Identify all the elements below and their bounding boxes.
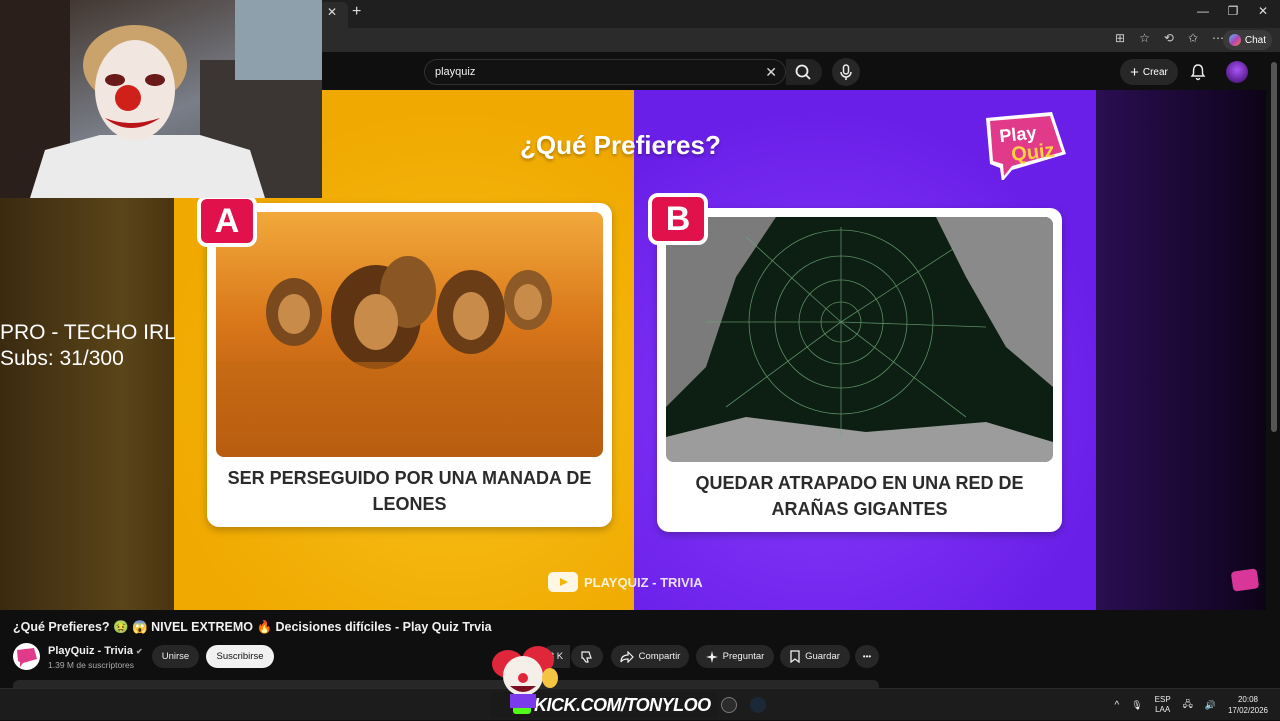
save-button[interactable]: Guardar bbox=[780, 645, 850, 668]
channel-watermark: PLAYQUIZ - TRIVIA bbox=[548, 572, 703, 592]
create-button[interactable]: + Crear bbox=[1120, 59, 1178, 85]
save-label: Guardar bbox=[805, 651, 840, 662]
channel-logo-icon bbox=[17, 648, 37, 667]
option-a-badge: A bbox=[197, 195, 257, 247]
overlay-subs: Subs: 31/300 bbox=[0, 347, 124, 370]
favorite-icon[interactable]: ☆ bbox=[1139, 31, 1150, 45]
overlay-title: PRO - TECHO IRL bbox=[0, 321, 176, 344]
taskbar-app-icon[interactable] bbox=[721, 697, 737, 713]
dislike-button[interactable] bbox=[571, 645, 603, 668]
option-b-card: QUEDAR ATRAPADO EN UNA RED DE ARAÑAS GIG… bbox=[657, 208, 1062, 532]
split-screen-icon[interactable]: ⊞ bbox=[1115, 31, 1125, 45]
verified-icon: ✔ bbox=[136, 647, 143, 656]
lions-illustration bbox=[216, 212, 603, 457]
scrollbar-thumb[interactable] bbox=[1271, 62, 1277, 432]
bookmark-icon bbox=[790, 650, 800, 663]
description-box[interactable] bbox=[13, 680, 879, 688]
sparkle-icon bbox=[705, 650, 718, 663]
search-button[interactable] bbox=[786, 59, 822, 85]
language-code: ESP bbox=[1154, 695, 1171, 704]
tray-overflow-icon[interactable]: ^ bbox=[1115, 700, 1120, 711]
option-a-text: SER PERSEGUIDO POR UNA MANADA DE LEONES bbox=[227, 468, 592, 514]
favorites-icon[interactable]: ✩ bbox=[1188, 31, 1198, 45]
ask-label: Preguntar bbox=[722, 651, 765, 662]
search-input[interactable]: playquiz ✕ bbox=[424, 59, 786, 85]
join-button[interactable]: Unirse bbox=[152, 645, 199, 668]
spider-web-image bbox=[666, 217, 1053, 462]
stream-overlay-text: PRO - TECHO IRL Subs: 31/300 bbox=[0, 320, 176, 372]
restore-button[interactable]: ❐ bbox=[1218, 4, 1248, 22]
streamer-webcam bbox=[0, 0, 322, 198]
network-icon[interactable]: 🖧 bbox=[1183, 697, 1193, 713]
address-icons: ⊞ ☆ ⟲ ✩ ⋯ bbox=[1115, 31, 1224, 45]
share-icon bbox=[620, 650, 634, 663]
quiz-title: ¿Qué Prefieres? bbox=[520, 130, 721, 160]
spider-web-illustration bbox=[666, 217, 1053, 462]
watermark-text: PLAYQUIZ - TRIVIA bbox=[584, 574, 703, 590]
notifications-bell-icon[interactable] bbox=[1190, 63, 1206, 81]
create-label: Crear bbox=[1142, 66, 1168, 78]
video-title: ¿Qué Prefieres? 🤢 😱 NIVEL EXTREMO 🔥 Deci… bbox=[13, 620, 492, 634]
option-b-text: QUEDAR ATRAPADO EN UNA RED DE ARAÑAS GIG… bbox=[695, 473, 1024, 519]
youtube-logo-icon bbox=[548, 572, 578, 592]
clock-time: 20:08 bbox=[1237, 695, 1258, 704]
close-window-button[interactable]: ✕ bbox=[1248, 4, 1278, 22]
logo-quiz: Quiz bbox=[1010, 140, 1055, 166]
refresh-icon[interactable]: ⟲ bbox=[1164, 31, 1174, 45]
channel-name-text: PlayQuiz - Trivia bbox=[48, 645, 133, 657]
clown-mascot-icon bbox=[492, 646, 558, 708]
page-scrollbar[interactable] bbox=[1268, 52, 1280, 692]
share-button[interactable]: Compartir bbox=[611, 645, 689, 668]
language-indicator[interactable]: ESP LAA bbox=[1155, 695, 1171, 715]
video-right-blur bbox=[1096, 90, 1266, 610]
clear-search-icon[interactable]: ✕ bbox=[765, 64, 777, 81]
option-b-badge: B bbox=[648, 193, 708, 245]
ask-button[interactable]: Preguntar bbox=[696, 645, 774, 668]
more-actions-button[interactable]: ••• bbox=[855, 645, 879, 668]
clock[interactable]: 20:08 17/02/2026 bbox=[1228, 694, 1268, 716]
channel-name[interactable]: PlayQuiz - Trivia ✔ bbox=[48, 645, 143, 657]
plus-icon: + bbox=[1130, 63, 1139, 81]
copilot-chat-button[interactable]: Chat bbox=[1222, 30, 1272, 50]
subscriber-count: 1.39 M de suscriptores bbox=[48, 660, 134, 670]
playquiz-logo: Play Quiz bbox=[986, 112, 1066, 180]
thumbs-down-icon bbox=[581, 650, 592, 663]
channel-avatar[interactable] bbox=[13, 643, 40, 670]
system-tray: ^ 🎙 ESP LAA 🖧 🔊 20:08 17/02/2026 bbox=[1115, 689, 1268, 721]
search-value: playquiz bbox=[435, 66, 476, 78]
share-label: Compartir bbox=[638, 651, 681, 662]
account-avatar[interactable] bbox=[1226, 61, 1248, 83]
minimize-button[interactable]: — bbox=[1188, 4, 1218, 22]
subscribe-button[interactable]: Suscribirse bbox=[206, 645, 274, 668]
new-tab-button[interactable]: + bbox=[352, 3, 368, 21]
clock-date: 17/02/2026 bbox=[1227, 706, 1268, 715]
microphone-tray-icon[interactable]: 🎙 bbox=[1131, 700, 1142, 711]
microphone-icon bbox=[840, 64, 852, 80]
voice-search-button[interactable] bbox=[832, 58, 860, 86]
tab-close-icon[interactable]: ✕ bbox=[327, 5, 341, 21]
copilot-icon bbox=[1228, 34, 1241, 46]
option-a-card: SER PERSEGUIDO POR UNA MANADA DE LEONES bbox=[207, 203, 612, 527]
volume-icon[interactable]: 🔊 bbox=[1205, 700, 1216, 711]
steam-icon[interactable] bbox=[750, 697, 766, 713]
chat-label: Chat bbox=[1244, 34, 1266, 46]
search-icon bbox=[795, 64, 811, 80]
keyboard-layout: LAA bbox=[1155, 705, 1171, 714]
webcam-overlay bbox=[0, 0, 322, 198]
lions-image bbox=[216, 212, 603, 457]
corner-branding-logo[interactable] bbox=[1230, 568, 1260, 592]
